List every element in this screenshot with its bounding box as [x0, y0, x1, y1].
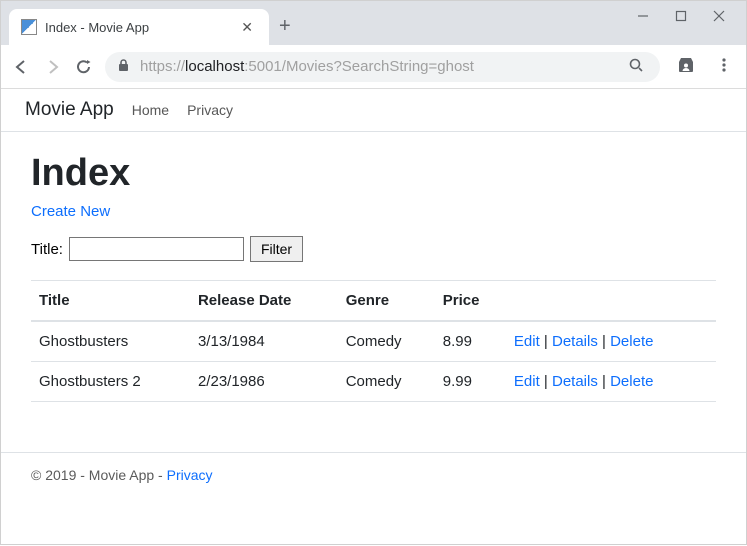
details-link[interactable]: Details [552, 373, 598, 390]
edit-link[interactable]: Edit [514, 333, 540, 350]
delete-link[interactable]: Delete [610, 373, 653, 390]
browser-toolbar: https://localhost:5001/Movies?SearchStri… [1, 45, 746, 89]
site-footer: © 2019 - Movie App - Privacy [1, 452, 746, 497]
nav-link-privacy[interactable]: Privacy [187, 102, 233, 118]
account-icon[interactable] [672, 55, 700, 78]
navbar-brand[interactable]: Movie App [25, 99, 114, 121]
search-icon[interactable] [624, 57, 648, 77]
filter-label: Title: [31, 241, 63, 258]
site-navbar: Movie App Home Privacy [1, 89, 746, 132]
details-link[interactable]: Details [552, 333, 598, 350]
cell-release: 3/13/1984 [190, 321, 338, 362]
new-tab-button[interactable]: + [279, 15, 291, 38]
menu-icon[interactable] [712, 57, 736, 76]
col-title: Title [31, 281, 190, 322]
address-bar[interactable]: https://localhost:5001/Movies?SearchStri… [105, 52, 660, 82]
minimize-button[interactable] [636, 9, 650, 25]
browser-tab[interactable]: Index - Movie App ✕ [9, 9, 269, 45]
tab-title: Index - Movie App [45, 20, 229, 35]
browser-viewport: Movie App Home Privacy Index Create New … [1, 89, 746, 546]
footer-privacy-link[interactable]: Privacy [167, 467, 213, 483]
cell-genre: Comedy [338, 321, 435, 362]
cell-title: Ghostbusters [31, 321, 190, 362]
create-new-link[interactable]: Create New [31, 203, 110, 220]
col-actions [506, 281, 716, 322]
close-window-button[interactable] [712, 9, 726, 25]
table-row: Ghostbusters 2 2/23/1986 Comedy 9.99 Edi… [31, 362, 716, 402]
title-input[interactable] [69, 237, 244, 261]
col-price: Price [435, 281, 506, 322]
browser-titlebar: Index - Movie App ✕ + [1, 1, 746, 45]
page-content: Movie App Home Privacy Index Create New … [1, 89, 746, 546]
back-button[interactable] [11, 57, 31, 77]
table-row: Ghostbusters 3/13/1984 Comedy 8.99 Edit … [31, 321, 716, 362]
reload-button[interactable] [75, 58, 93, 76]
maximize-button[interactable] [674, 9, 688, 25]
cell-release: 2/23/1986 [190, 362, 338, 402]
delete-link[interactable]: Delete [610, 333, 653, 350]
col-genre: Genre [338, 281, 435, 322]
cell-title: Ghostbusters 2 [31, 362, 190, 402]
forward-button[interactable] [43, 57, 63, 77]
close-tab-button[interactable]: ✕ [237, 17, 257, 38]
nav-link-home[interactable]: Home [132, 102, 169, 118]
filter-button[interactable]: Filter [250, 236, 303, 262]
edit-link[interactable]: Edit [514, 373, 540, 390]
favicon [21, 19, 37, 35]
cell-actions: Edit | Details | Delete [506, 321, 716, 362]
cell-actions: Edit | Details | Delete [506, 362, 716, 402]
cell-genre: Comedy [338, 362, 435, 402]
footer-text: © 2019 - Movie App - [31, 467, 167, 483]
window-controls [636, 1, 746, 25]
cell-price: 8.99 [435, 321, 506, 362]
movies-table: Title Release Date Genre Price Ghostbust… [31, 280, 716, 402]
col-release: Release Date [190, 281, 338, 322]
lock-icon [117, 58, 130, 75]
url-text: https://localhost:5001/Movies?SearchStri… [140, 58, 614, 75]
page-heading: Index [31, 152, 716, 195]
filter-form: Title: Filter [31, 236, 716, 262]
cell-price: 9.99 [435, 362, 506, 402]
